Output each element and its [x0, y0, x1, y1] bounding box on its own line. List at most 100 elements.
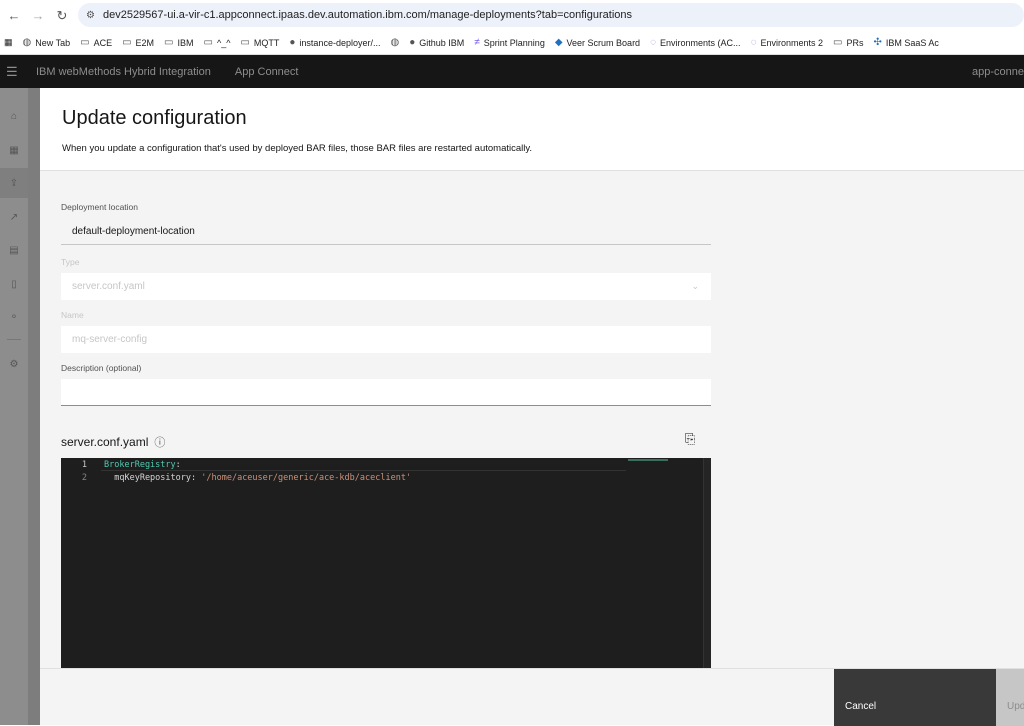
bookmark[interactable]: ≠ Sprint Planning — [474, 37, 545, 48]
folder-icon: ▭ — [164, 37, 174, 48]
bookmark[interactable]: ▭ ACE — [80, 37, 112, 48]
app-name[interactable]: App Connect — [235, 66, 299, 78]
bookmark-label: New Tab — [35, 37, 71, 48]
instance-name[interactable]: app-conne — [972, 66, 1024, 78]
chart-icon[interactable]: ↗ — [0, 202, 28, 232]
editor-scrollbar[interactable] — [703, 458, 711, 668]
environment-icon: ◌ — [650, 37, 657, 48]
bookmark[interactable]: ▭ PRs — [833, 37, 863, 48]
line-number: 2 — [81, 472, 87, 483]
yaml-key: BrokerRegistry — [104, 459, 176, 470]
editor-title-text: server.conf.yaml — [61, 435, 149, 449]
yaml-code-editor[interactable]: 1 BrokerRegistry: 2 mqKeyRepository: '/ho… — [61, 458, 711, 668]
app-header: ☰ IBM webMethods Hybrid Integration App … — [0, 55, 1024, 88]
description-input[interactable] — [61, 379, 711, 406]
bookmark[interactable]: ● instance-deployer/... — [289, 37, 380, 48]
panel-header: Update configuration When you update a c… — [40, 88, 1024, 171]
bookmark[interactable]: ◍ — [390, 37, 399, 48]
reload-icon[interactable]: ↻ — [52, 8, 72, 24]
catalog-icon[interactable]: ▤ — [0, 235, 28, 265]
bookmark[interactable]: ▭ MQTT — [240, 37, 279, 48]
bookmark-label: MQTT — [253, 37, 280, 48]
bookmark[interactable]: ● Github IBM — [409, 37, 464, 48]
globe-icon: ◍ — [390, 37, 400, 48]
code-line: 1 BrokerRegistry: — [61, 458, 711, 471]
bookmark[interactable]: ◌ Environments (AC... — [650, 37, 740, 48]
url-text: dev2529567-ui.a-vir-c1.appconnect.ipaas.… — [102, 9, 632, 21]
info-icon[interactable]: ⓘ — [154, 434, 165, 450]
folder-icon: ▭ — [240, 37, 250, 48]
yaml-sep: : — [175, 459, 181, 470]
clipboard-icon[interactable]: ▯ — [0, 269, 28, 299]
browser-address-row: ← → ↻ ⚙ dev2529567-ui.a-vir-c1.appconnect… — [0, 0, 1024, 31]
upload-file-icon[interactable]: ⎘ — [685, 431, 695, 447]
type-value: server.conf.yaml — [72, 281, 145, 292]
saas-icon: ✣ — [873, 37, 882, 48]
deploy-icon[interactable]: ⇪ — [0, 168, 28, 198]
bookmark-label: ^_^ — [216, 37, 231, 48]
name-value: mq-server-config — [72, 334, 148, 345]
page-subtitle: When you update a configuration that's u… — [62, 143, 533, 154]
environment-icon: ◌ — [750, 37, 757, 48]
globe-icon: ◍ — [22, 37, 32, 48]
editor-title: server.conf.yaml ⓘ — [61, 434, 165, 450]
bookmark[interactable]: ▭ IBM — [164, 37, 193, 48]
bookmark-label: E2M — [135, 37, 155, 48]
page-title: Update configuration — [62, 107, 247, 129]
connection-icon[interactable]: ⚬ — [0, 302, 28, 332]
update-configuration-panel: Update configuration When you update a c… — [40, 88, 1024, 726]
bookmark[interactable]: ✣ IBM SaaS Ac — [874, 37, 939, 48]
panel-footer: Cancel Update — [40, 668, 1024, 726]
bookmark-label: Github IBM — [419, 37, 465, 48]
dashboard-icon[interactable]: ▦ — [0, 135, 28, 165]
brand-name[interactable]: IBM webMethods Hybrid Integration — [36, 66, 211, 78]
side-nav: ⌂ ▦ ⇪ ↗ ▤ ▯ ⚬ ⚙ — [0, 88, 28, 725]
site-info-icon[interactable]: ⚙ — [86, 10, 95, 21]
bookmark-label: PRs — [846, 37, 864, 48]
settings-icon[interactable]: ⚙ — [0, 349, 28, 379]
folder-icon: ▭ — [80, 37, 90, 48]
bookmark-label: Environments (AC... — [660, 37, 741, 48]
yaml-key: mqKeyRepository — [104, 472, 191, 483]
diamond-icon: ◆ — [554, 37, 563, 48]
back-icon[interactable]: ← — [4, 8, 24, 23]
bookmark-label: ACE — [93, 37, 113, 48]
home-icon[interactable]: ⌂ — [0, 101, 28, 131]
folder-icon: ▭ — [833, 37, 843, 48]
bookmark[interactable]: ▭ ^_^ — [204, 37, 231, 48]
forward-icon[interactable]: → — [28, 8, 48, 23]
yaml-value: '/home/aceuser/generic/ace-kdb/aceclient… — [201, 472, 412, 483]
cancel-button[interactable]: Cancel — [834, 669, 996, 726]
yaml-sep: : — [191, 472, 202, 483]
type-label: Type — [61, 257, 80, 267]
folder-icon: ▭ — [122, 37, 132, 48]
deployment-location-field: default-deployment-location — [61, 218, 711, 245]
bookmark[interactable]: ◍ New Tab — [23, 37, 71, 48]
deployment-location-value: default-deployment-location — [72, 225, 195, 237]
chevron-down-icon: ⌄ — [691, 281, 699, 291]
hamburger-menu-icon[interactable]: ☰ — [6, 64, 30, 80]
sprint-icon: ≠ — [474, 37, 480, 48]
type-select: server.conf.yaml ⌄ — [61, 273, 711, 300]
code-line: 2 mqKeyRepository: '/home/aceuser/generi… — [61, 471, 711, 484]
folder-icon: ▭ — [203, 37, 213, 48]
bookmark[interactable]: ▭ E2M — [122, 37, 154, 48]
url-bar[interactable]: ⚙ dev2529567-ui.a-vir-c1.appconnect.ipaas… — [78, 3, 1024, 27]
bookmark[interactable]: ◌ Environments 2 — [751, 37, 823, 48]
bookmark-label: IBM — [177, 37, 194, 48]
github-icon: ● — [409, 37, 416, 48]
name-input: mq-server-config — [61, 326, 711, 353]
description-label: Description (optional) — [61, 363, 142, 373]
update-button[interactable]: Update — [996, 669, 1024, 726]
bookmarks-bar: ▦ ◍ New Tab ▭ ACE ▭ E2M ▭ IBM ▭ ^_^ ▭ MQTT ● in… — [0, 31, 1024, 55]
bookmark-label: Sprint Planning — [483, 37, 545, 48]
line-number: 1 — [81, 459, 87, 470]
bookmark-label: instance-deployer/... — [299, 37, 381, 48]
overlay-backdrop — [28, 88, 40, 725]
bookmark-label: Environments 2 — [760, 37, 824, 48]
apps-icon[interactable]: ▦ — [4, 37, 13, 48]
bookmark[interactable]: ◆ Veer Scrum Board — [555, 37, 640, 48]
github-icon: ● — [289, 37, 296, 48]
nav-divider — [7, 339, 21, 340]
bookmark-label: IBM SaaS Ac — [885, 37, 939, 48]
